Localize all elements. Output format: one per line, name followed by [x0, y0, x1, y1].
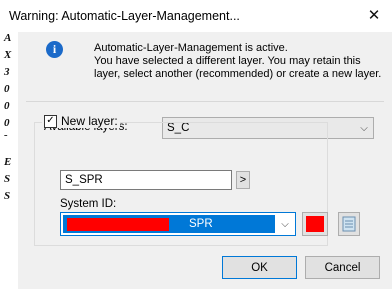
new-layer-name-input[interactable]: S_SPR [60, 170, 232, 190]
close-button[interactable]: ✕ [362, 4, 386, 26]
warning-dialog: Warning: Automatic-Layer-Management... ✕… [0, 0, 392, 289]
side-strip-char: S [4, 190, 11, 202]
info-icon: i [46, 41, 63, 58]
side-strip-char: - [4, 129, 8, 141]
info-icon-glyph: i [52, 42, 57, 56]
close-icon: ✕ [367, 7, 381, 24]
message-line-2: You have selected a different layer. You… [94, 55, 382, 80]
side-strip-char: A [4, 32, 12, 44]
new-layer-name-value: S_SPR [65, 174, 103, 186]
ok-label: OK [251, 261, 268, 274]
side-strip-char: 3 [4, 66, 10, 78]
more-label: > [239, 174, 247, 186]
warning-message: Automatic-Layer-Management is active. Yo… [94, 42, 384, 81]
system-id-color-swatch [67, 218, 169, 231]
message-line-1: Automatic-Layer-Management is active. [94, 42, 288, 54]
window-title: Warning: Automatic-Layer-Management... [9, 9, 240, 23]
new-layer-more-button[interactable]: > [236, 171, 250, 189]
chevron-down-icon: ⌵ [281, 218, 289, 230]
system-id-label: System ID: [60, 198, 117, 210]
side-strip: A X 3 0 0 0 - E S S [0, 32, 18, 289]
color-button[interactable] [302, 212, 328, 236]
system-id-selection: SPR [63, 215, 275, 233]
color-swatch [306, 216, 324, 232]
side-strip-char: 0 [4, 83, 10, 95]
cancel-button[interactable]: Cancel [305, 256, 380, 279]
side-strip-char: E [4, 156, 12, 168]
cancel-label: Cancel [324, 261, 361, 274]
side-strip-char: S [4, 173, 11, 185]
new-layer-label: New layer: [61, 114, 118, 128]
side-strip-char: 0 [4, 117, 10, 129]
side-strip-char: X [4, 49, 12, 61]
side-strip-char: 0 [4, 100, 10, 112]
system-id-dropdown[interactable]: SPR ⌵ [60, 212, 296, 236]
separator [26, 101, 384, 102]
new-layer-checkbox[interactable]: ✓ New layer: [42, 114, 120, 128]
palette-icon [342, 216, 356, 232]
ok-button[interactable]: OK [222, 256, 297, 279]
chevron-down-icon: ⌵ [360, 122, 368, 134]
checkbox-checked-icon[interactable]: ✓ [44, 114, 57, 128]
system-id-value: SPR [189, 218, 213, 230]
title-bar: Warning: Automatic-Layer-Management... ✕ [0, 0, 392, 33]
color-picker-button[interactable] [338, 212, 360, 236]
